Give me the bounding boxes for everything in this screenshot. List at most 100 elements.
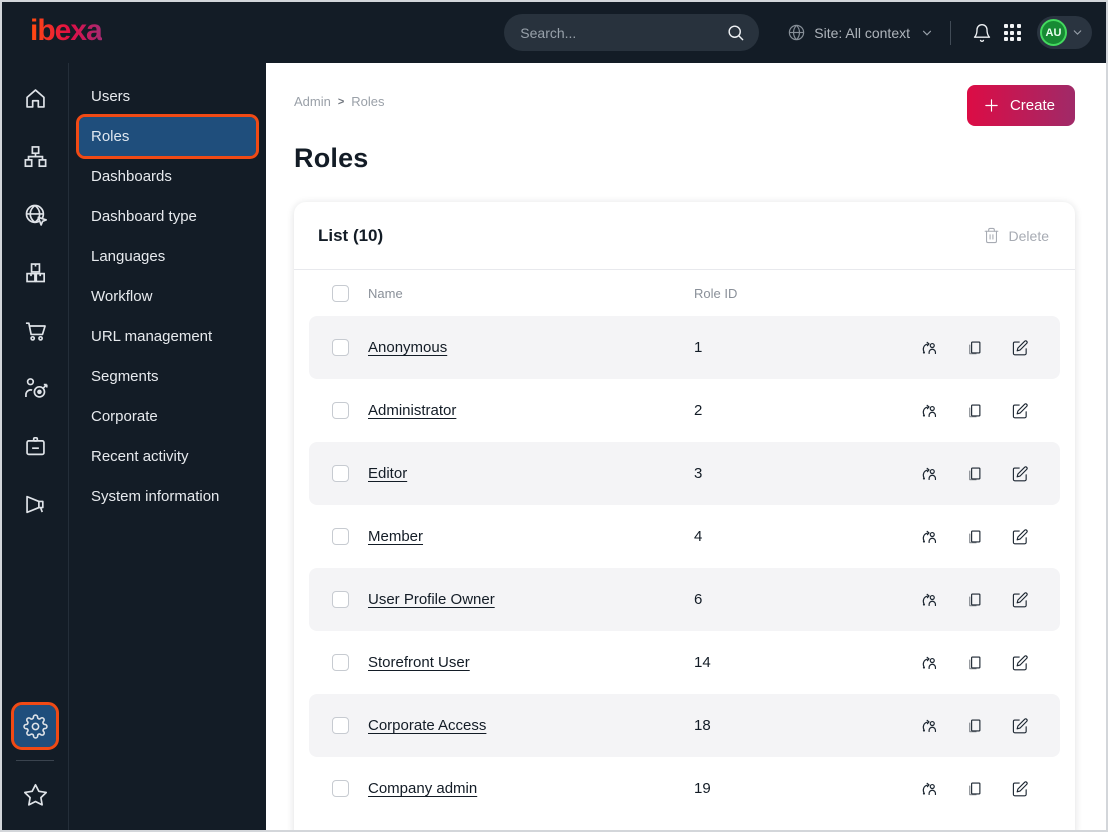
edit-role-button[interactable] xyxy=(1011,717,1029,735)
notifications-button[interactable] xyxy=(967,18,997,48)
assign-users-button[interactable] xyxy=(920,527,939,546)
home-icon xyxy=(22,85,49,112)
sidebar-item-dashboard-type[interactable]: Dashboard type xyxy=(79,197,256,236)
role-name-link[interactable]: Storefront User xyxy=(368,654,470,671)
edit-icon xyxy=(1011,591,1029,609)
table-row: Company admin 19 xyxy=(309,757,1060,820)
copy-role-button[interactable] xyxy=(966,591,984,609)
column-header-role-id: Role ID xyxy=(694,285,738,301)
copy-role-button[interactable] xyxy=(966,717,984,735)
site-context-label: Site: All context xyxy=(814,24,910,41)
role-name-link[interactable]: Administrator xyxy=(368,402,456,419)
delete-button-label: Delete xyxy=(1008,227,1049,244)
dashboard-home-button[interactable] xyxy=(14,77,56,119)
edit-role-button[interactable] xyxy=(1011,339,1029,357)
breadcrumb-roles[interactable]: Roles xyxy=(351,94,384,109)
row-checkbox[interactable] xyxy=(332,528,349,545)
row-checkbox[interactable] xyxy=(332,717,349,734)
assign-users-icon xyxy=(920,338,939,357)
admin-sidebar-menu: Users Roles Dashboards Dashboard type Langua… xyxy=(69,63,266,830)
create-button[interactable]: Create xyxy=(966,85,1075,126)
row-checkbox[interactable] xyxy=(332,780,349,797)
product-boxes-icon xyxy=(22,259,49,286)
site-button[interactable] xyxy=(14,193,56,235)
chevron-down-icon xyxy=(920,26,934,40)
sidebar-item-system-information[interactable]: System information xyxy=(79,477,256,516)
sidebar-item-languages[interactable]: Languages xyxy=(79,237,256,276)
personalization-button[interactable] xyxy=(14,367,56,409)
assign-users-button[interactable] xyxy=(920,716,939,735)
assign-users-button[interactable] xyxy=(920,464,939,483)
sidebar-item-segments[interactable]: Segments xyxy=(79,357,256,396)
sidebar-item-dashboards[interactable]: Dashboards xyxy=(79,157,256,196)
role-id-value: 1 xyxy=(694,339,703,356)
edit-role-button[interactable] xyxy=(1011,780,1029,798)
site-context-selector[interactable]: Site: All context xyxy=(787,23,934,42)
copy-icon xyxy=(966,717,984,735)
avatar[interactable]: AU xyxy=(1040,19,1067,46)
copy-role-button[interactable] xyxy=(966,339,984,357)
chevron-down-icon xyxy=(1071,26,1084,39)
edit-role-button[interactable] xyxy=(1011,654,1029,672)
copy-icon xyxy=(966,528,984,546)
sidebar-item-url-management[interactable]: URL management xyxy=(79,317,256,356)
table-row: Storefront User 14 xyxy=(309,631,1060,694)
edit-role-button[interactable] xyxy=(1011,402,1029,420)
user-menu[interactable]: AU xyxy=(1037,16,1092,49)
copy-role-button[interactable] xyxy=(966,654,984,672)
copy-role-button[interactable] xyxy=(966,465,984,483)
assign-users-icon xyxy=(920,716,939,735)
role-name-link[interactable]: Member xyxy=(368,528,423,545)
commerce-button[interactable] xyxy=(14,309,56,351)
edit-role-button[interactable] xyxy=(1011,591,1029,609)
sidebar-item-corporate[interactable]: Corporate xyxy=(79,397,256,436)
table-row: Administrator 2 xyxy=(309,379,1060,442)
assign-users-icon xyxy=(920,779,939,798)
copy-role-button[interactable] xyxy=(966,402,984,420)
copy-role-button[interactable] xyxy=(966,528,984,546)
role-name-link[interactable]: Editor xyxy=(368,465,407,482)
row-checkbox[interactable] xyxy=(332,465,349,482)
assign-users-button[interactable] xyxy=(920,779,939,798)
bookmarks-button[interactable] xyxy=(14,774,56,816)
role-id-value: 14 xyxy=(694,654,711,671)
global-search[interactable] xyxy=(504,14,760,51)
copy-role-button[interactable] xyxy=(966,780,984,798)
apps-menu-button[interactable] xyxy=(997,18,1027,48)
role-id-value: 6 xyxy=(694,591,703,608)
sidebar-item-recent-activity[interactable]: Recent activity xyxy=(79,437,256,476)
assign-users-button[interactable] xyxy=(920,590,939,609)
product-catalog-button[interactable] xyxy=(14,251,56,293)
personalization-target-icon xyxy=(22,375,49,402)
select-all-checkbox[interactable] xyxy=(332,284,349,302)
assign-users-button[interactable] xyxy=(920,401,939,420)
ibexa-logo[interactable]: ibexa xyxy=(30,15,103,50)
content-structure-button[interactable] xyxy=(14,135,56,177)
role-name-link[interactable]: Corporate Access xyxy=(368,717,486,734)
assign-users-button[interactable] xyxy=(920,338,939,357)
role-name-link[interactable]: Anonymous xyxy=(368,339,447,356)
row-checkbox[interactable] xyxy=(332,402,349,419)
table-row: Anonymous 1 xyxy=(309,316,1060,379)
delete-button[interactable]: Delete xyxy=(983,227,1049,244)
sidebar-item-users[interactable]: Users xyxy=(79,77,256,116)
role-name-link[interactable]: Company admin xyxy=(368,780,477,797)
activity-button[interactable] xyxy=(14,483,56,525)
edit-role-button[interactable] xyxy=(1011,465,1029,483)
role-name-link[interactable]: User Profile Owner xyxy=(368,591,495,608)
admin-button[interactable] xyxy=(11,702,59,750)
edit-icon xyxy=(1011,654,1029,672)
search-input[interactable] xyxy=(520,24,727,41)
sidebar-item-workflow[interactable]: Workflow xyxy=(79,277,256,316)
search-icon[interactable] xyxy=(726,23,745,42)
edit-role-button[interactable] xyxy=(1011,528,1029,546)
breadcrumb-admin[interactable]: Admin xyxy=(294,94,331,109)
assign-users-button[interactable] xyxy=(920,653,939,672)
corporate-button[interactable] xyxy=(14,425,56,467)
row-checkbox[interactable] xyxy=(332,339,349,356)
edit-icon xyxy=(1011,465,1029,483)
breadcrumb-separator: > xyxy=(337,95,345,108)
sidebar-item-roles[interactable]: Roles xyxy=(76,114,259,159)
row-checkbox[interactable] xyxy=(332,591,349,608)
row-checkbox[interactable] xyxy=(332,654,349,671)
